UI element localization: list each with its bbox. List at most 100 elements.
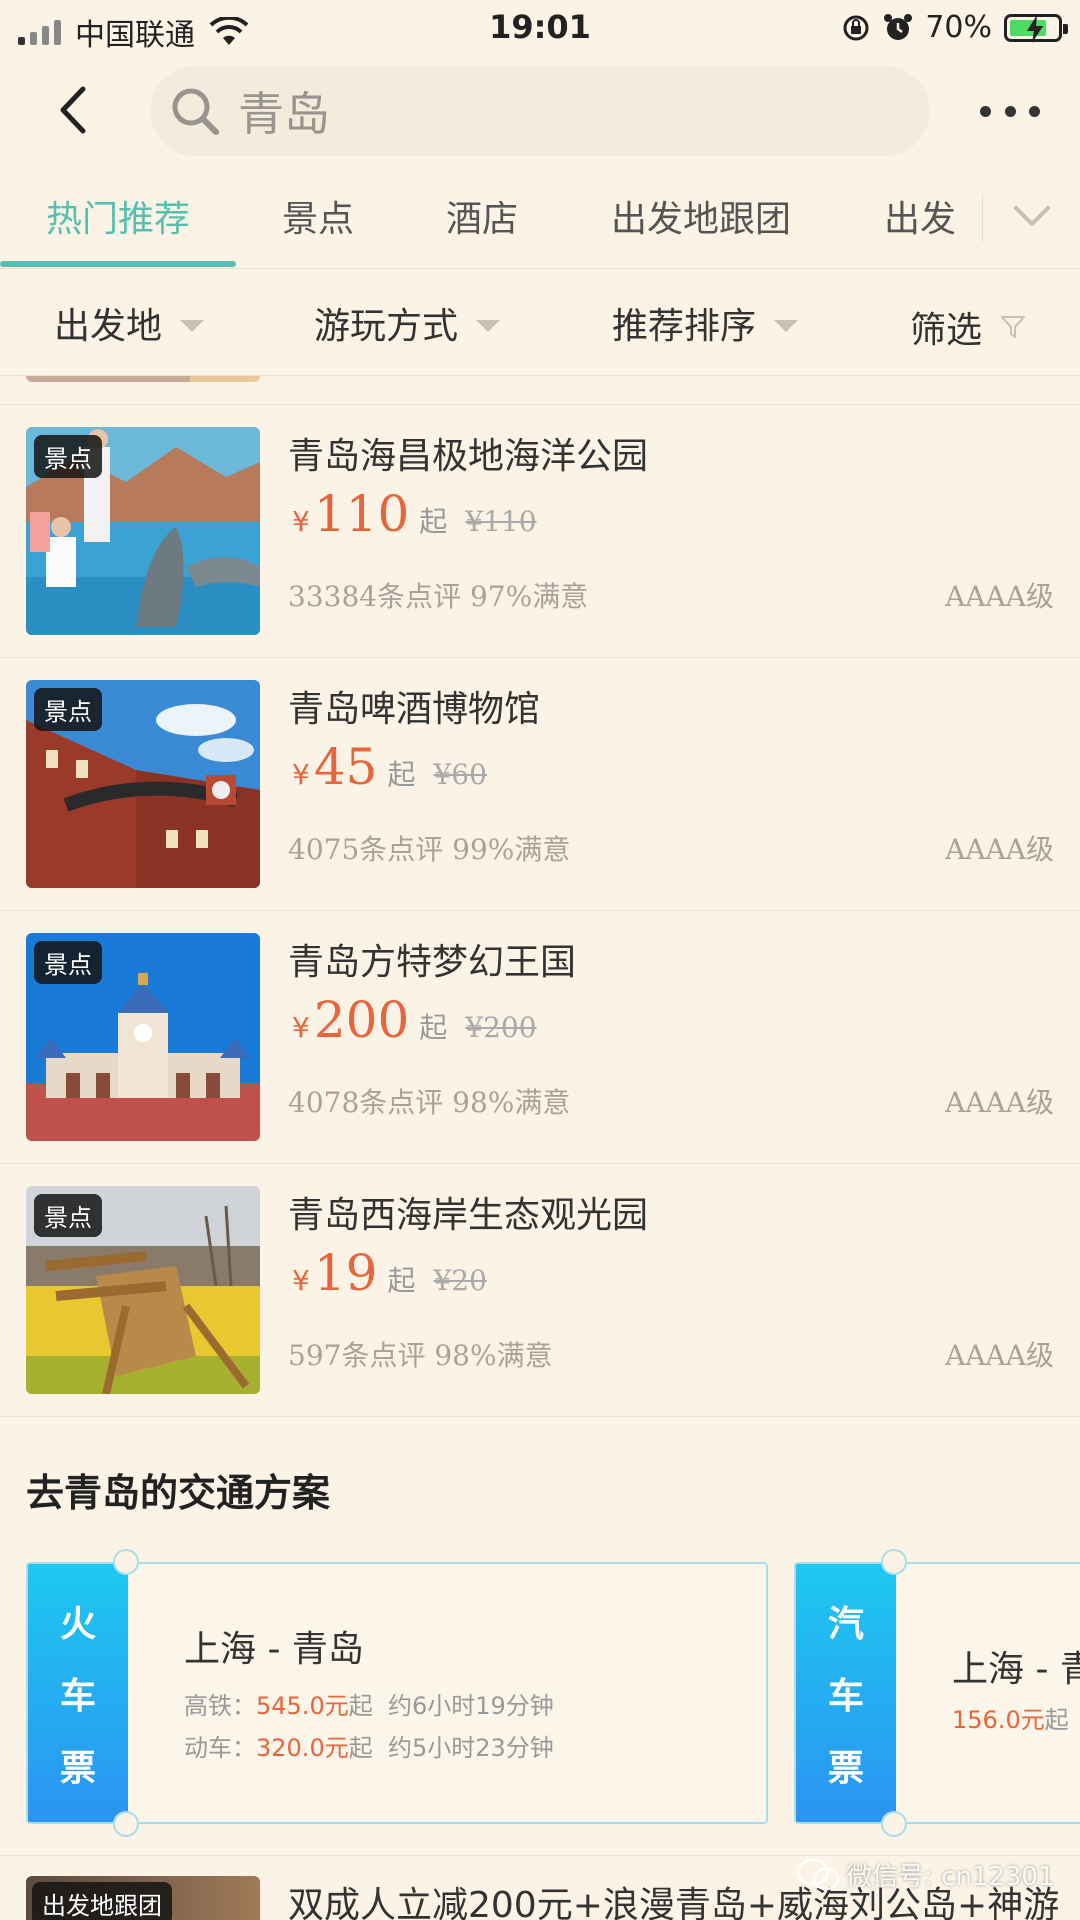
filter-label: 推荐排序 (612, 306, 757, 347)
review-summary: 33384条点评 97%满意 (288, 580, 589, 613)
dot (1029, 105, 1040, 117)
item-title: 青岛西海岸生态观光园 (288, 1195, 649, 1236)
divider (982, 194, 983, 242)
item-title: 青岛海昌极地海洋公园 (288, 436, 649, 477)
price: 45 (313, 738, 378, 796)
filter-label: 游玩方式 (314, 306, 459, 347)
alarm-icon (884, 13, 913, 40)
price: 110 (313, 485, 410, 543)
chevron-left-icon (60, 86, 86, 134)
train-type-label: 动车： (184, 1734, 256, 1762)
funnel-icon (1001, 316, 1026, 338)
item-thumbnail: 景点 (26, 1186, 260, 1394)
price-suffix: 起 (387, 758, 416, 791)
list-item[interactable]: 景点 青岛西海岸生态观光园 ¥ 19 起 ¥20 597条点评 98%满意 AA… (0, 1164, 1080, 1417)
review-summary: 597条点评 98%满意 (288, 1339, 553, 1372)
active-tab-indicator (0, 261, 236, 267)
high-speed-line: 高铁：545.0元起 约6小时19分钟 (184, 1686, 554, 1721)
filter-label: 出发地 (54, 306, 163, 347)
price-row: ¥ 200 起 ¥200 (292, 991, 537, 1049)
train-type-label: 高铁： (184, 1692, 256, 1720)
category-tabs: 热门推荐 景点 酒店 出发地跟团 出发 (0, 176, 1080, 268)
category-tag: 景点 (34, 435, 102, 478)
ticket-type-label: 汽 车 票 (796, 1564, 896, 1822)
filter-sort[interactable]: 推荐排序 (612, 297, 799, 349)
price: 19 (313, 1244, 378, 1302)
grade-label: AAAA级 (945, 833, 1054, 866)
item-thumbnail: 景点 (26, 680, 260, 888)
ticket-type-char: 车 (827, 1676, 864, 1717)
list-item[interactable]: 景点 青岛方特梦幻王国 ¥ 200 起 ¥200 4078条点评 98%满意 A… (0, 911, 1080, 1164)
previous-item-thumbnail (26, 376, 260, 382)
tab-hotels[interactable]: 酒店 (446, 190, 518, 242)
status-bar: 中国联通 19:01 70% (0, 0, 1080, 56)
item-thumbnail: 景点 (26, 933, 260, 1141)
ticket-type-char: 票 (827, 1748, 864, 1789)
price: 545.0元 (256, 1692, 349, 1720)
ticket-notch (881, 1549, 907, 1575)
ticket-type-char: 火 (59, 1604, 96, 1645)
duration: 约6小时19分钟 (387, 1692, 554, 1720)
ticket-notch (113, 1811, 139, 1837)
bus-price-line: 156.0元起 (952, 1700, 1069, 1735)
tab-group-tours[interactable]: 出发地跟团 (611, 190, 791, 242)
list-item[interactable]: 景点 青岛啤酒博物馆 ¥ 45 起 ¥60 4075条点评 99%满意 AAAA… (0, 658, 1080, 911)
watermark: 微信号: cn12301 (796, 1856, 1055, 1893)
tab-attractions[interactable]: 景点 (282, 190, 354, 242)
search-icon (172, 88, 219, 135)
review-summary: 4078条点评 98%满意 (288, 1086, 571, 1119)
section-title: 去青岛的交通方案 (26, 1471, 331, 1515)
list-item[interactable]: 景点 青岛海昌极地海洋公园 ¥ 110 起 ¥110 33384条点评 97%满… (0, 405, 1080, 658)
price-row: ¥ 19 起 ¥20 (292, 1244, 487, 1302)
route-label: 上海 - 青岛 (184, 1629, 364, 1670)
caret-down-icon (180, 320, 205, 332)
chevron-down-icon[interactable] (1010, 194, 1054, 238)
battery-percentage: 70% (925, 10, 992, 45)
original-price: ¥200 (465, 1011, 537, 1044)
item-title: 青岛啤酒博物馆 (288, 689, 541, 730)
currency-symbol: ¥ (292, 1264, 310, 1297)
train-ticket-card[interactable]: 火 车 票 上海 - 青岛 高铁：545.0元起 约6小时19分钟 动车：320… (26, 1562, 768, 1824)
bullet-train-line: 动车：320.0元起 约5小时23分钟 (184, 1728, 554, 1763)
ticket-type-char: 票 (59, 1748, 96, 1789)
wechat-icon (796, 1858, 840, 1890)
price-suffix: 起 (1044, 1706, 1069, 1734)
original-price: ¥20 (433, 1264, 487, 1297)
price-suffix: 起 (348, 1734, 373, 1762)
rotation-lock-icon (843, 15, 869, 40)
tab-hot[interactable]: 热门推荐 (46, 190, 190, 242)
item-thumbnail: 景点 (26, 427, 260, 635)
review-summary: 4075条点评 99%满意 (288, 833, 571, 866)
ticket-type-label: 火 车 票 (28, 1564, 128, 1822)
dot (1004, 105, 1016, 117)
grade-label: AAAA级 (945, 580, 1054, 613)
bus-ticket-card[interactable]: 汽 车 票 上海 - 青 156.0元起 (794, 1562, 1080, 1824)
more-button[interactable] (980, 96, 1040, 126)
tab-departure[interactable]: 出发 (884, 190, 956, 242)
currency-symbol: ¥ (292, 1011, 310, 1044)
caret-down-icon (476, 320, 501, 332)
back-button[interactable] (40, 78, 104, 142)
ticket-notch (113, 1549, 139, 1575)
price-suffix: 起 (387, 1264, 416, 1297)
filter-screen[interactable]: 筛选 (910, 301, 1026, 353)
ticket-type-char: 车 (59, 1676, 96, 1717)
grade-label: AAAA级 (945, 1086, 1054, 1119)
currency-symbol: ¥ (292, 758, 310, 791)
filter-departure[interactable]: 出发地 (54, 297, 205, 349)
price-suffix: 起 (419, 1011, 448, 1044)
ticket-notch (881, 1811, 907, 1837)
route-label: 上海 - 青 (952, 1649, 1080, 1690)
category-tag: 景点 (34, 688, 102, 731)
filter-play-style[interactable]: 游玩方式 (314, 297, 501, 349)
item-thumbnail: 出发地跟团 (26, 1876, 260, 1920)
price: 320.0元 (256, 1734, 349, 1762)
price-row: ¥ 110 起 ¥110 (292, 485, 537, 543)
search-input[interactable]: 青岛 (150, 66, 930, 156)
original-price: ¥60 (433, 758, 487, 791)
currency-symbol: ¥ (292, 505, 310, 538)
top-nav: 青岛 (0, 56, 1080, 166)
price: 156.0元 (952, 1706, 1045, 1734)
original-price: ¥110 (465, 505, 537, 538)
battery-icon (1004, 13, 1068, 43)
